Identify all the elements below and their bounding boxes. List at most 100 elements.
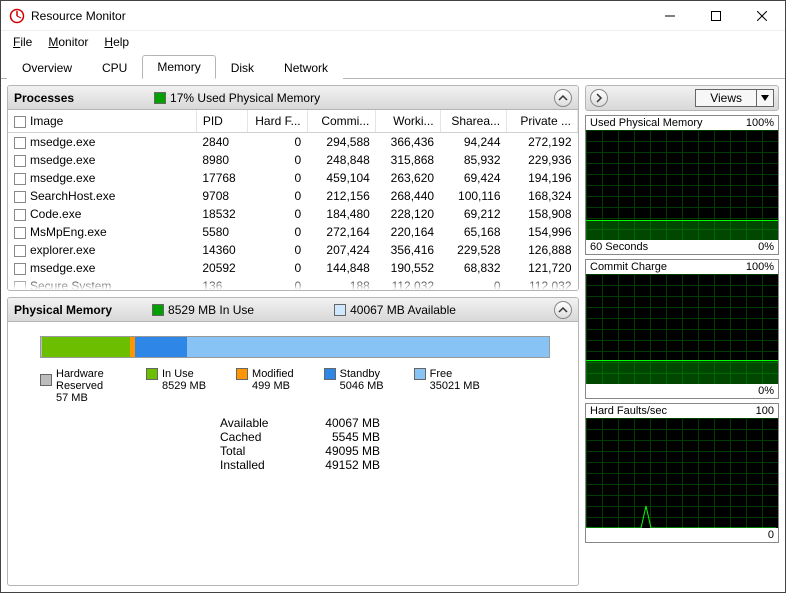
row-checkbox[interactable] [14, 263, 26, 275]
chart-title: Used Physical Memory [590, 117, 702, 129]
row-checkbox[interactable] [14, 137, 26, 149]
stat-installed-value: 49152 MB [300, 458, 380, 472]
chart-line [586, 360, 778, 361]
chart-footer-right: 0% [758, 241, 774, 253]
col-private[interactable]: Private ... [507, 110, 578, 133]
processes-table-container: Image PID Hard F... Commi... Worki... Sh… [8, 110, 578, 290]
chevron-right-icon [594, 93, 604, 103]
processes-table: Image PID Hard F... Commi... Worki... Sh… [8, 110, 578, 290]
chart-used-physical-memory: Used Physical Memory 100% 60 Seconds 0% [585, 115, 779, 255]
charts-header: Views [585, 85, 779, 111]
views-dropdown-button[interactable] [757, 89, 774, 107]
legend-standby-label: Standby [340, 368, 380, 380]
stat-available-value: 40067 MB [300, 416, 380, 430]
chart-canvas [586, 274, 778, 384]
menu-monitor[interactable]: Monitor [42, 33, 94, 51]
window-title: Resource Monitor [31, 9, 126, 23]
chart-fill [586, 361, 778, 384]
tab-overview[interactable]: Overview [7, 56, 87, 79]
tab-disk[interactable]: Disk [216, 56, 269, 79]
col-hardfaults[interactable]: Hard F... [247, 110, 307, 133]
tabbar: Overview CPU Memory Disk Network [1, 53, 785, 79]
table-row[interactable]: msedge.exe28400294,588366,43694,244272,1… [8, 133, 578, 152]
legend-mod-label: Modified [252, 368, 294, 380]
collapse-processes-button[interactable] [554, 89, 572, 107]
legend-inuse-val: 8529 MB [162, 380, 206, 392]
memory-bar [40, 336, 550, 358]
close-button[interactable] [739, 1, 785, 31]
chart-canvas [586, 418, 778, 528]
legend-mod-val: 499 MB [252, 380, 294, 392]
row-checkbox[interactable] [14, 227, 26, 239]
avail-chip-icon [334, 304, 346, 316]
row-checkbox[interactable] [14, 245, 26, 257]
memory-legend: Hardware Reserved57 MB In Use8529 MB Mod… [40, 368, 566, 404]
col-shareable[interactable]: Sharea... [440, 110, 506, 133]
maximize-button[interactable] [693, 1, 739, 31]
legend-standby-icon [324, 368, 336, 380]
physical-memory-header[interactable]: Physical Memory 8529 MB In Use 40067 MB … [8, 298, 578, 322]
chart-commit-charge: Commit Charge 100% 0% [585, 259, 779, 399]
menu-help[interactable]: Help [98, 33, 135, 51]
minimize-button[interactable] [647, 1, 693, 31]
row-checkbox[interactable] [14, 155, 26, 167]
chart-title: Commit Charge [590, 261, 667, 273]
legend-free-val: 35021 MB [430, 380, 480, 392]
processes-header[interactable]: Processes 17% Used Physical Memory [8, 86, 578, 110]
views-button[interactable]: Views [695, 89, 757, 107]
chart-footer-left: 60 Seconds [590, 241, 648, 253]
legend-hw-icon [40, 374, 52, 386]
collapse-physical-button[interactable] [554, 301, 572, 319]
memory-stats: Available40067 MB Cached5545 MB Total490… [220, 416, 566, 472]
col-image[interactable]: Image [8, 110, 196, 133]
table-row[interactable]: MsMpEng.exe55800272,164220,16465,168154,… [8, 223, 578, 241]
row-checkbox[interactable] [14, 173, 26, 185]
legend-mod-icon [236, 368, 248, 380]
chart-max: 100% [746, 261, 774, 273]
membar-standby [135, 337, 187, 357]
inuse-chip-icon [152, 304, 164, 316]
col-pid[interactable]: PID [196, 110, 247, 133]
chart-footer-right: 0% [758, 385, 774, 397]
chart-title: Hard Faults/sec [590, 405, 667, 417]
stat-cached-label: Cached [220, 430, 300, 444]
row-checkbox[interactable] [14, 209, 26, 221]
app-icon [9, 8, 25, 24]
table-row[interactable]: msedge.exe205920144,848190,55268,832121,… [8, 259, 578, 277]
stat-available-label: Available [220, 416, 300, 430]
chart-footer-right: 0 [768, 529, 774, 541]
legend-hw-label: Hardware Reserved [56, 368, 116, 392]
charts-column: Views Used Physical Memory 100% 60 Seconds… [585, 85, 779, 586]
stat-total-label: Total [220, 444, 300, 458]
col-commit[interactable]: Commi... [307, 110, 376, 133]
col-working[interactable]: Worki... [376, 110, 440, 133]
table-row[interactable]: Code.exe185320184,480228,12069,212158,90… [8, 205, 578, 223]
avail-chip-label: 40067 MB Available [350, 303, 456, 317]
chart-max: 100% [746, 117, 774, 129]
processes-panel: Processes 17% Used Physical Memory [7, 85, 579, 291]
menubar: File Monitor Help [1, 31, 785, 53]
used-mem-icon [154, 92, 166, 104]
row-checkbox[interactable] [14, 191, 26, 203]
tab-memory[interactable]: Memory [142, 55, 215, 79]
table-row[interactable]: msedge.exe177680459,104263,62069,424194,… [8, 169, 578, 187]
chart-line [586, 220, 778, 221]
tab-network[interactable]: Network [269, 56, 343, 79]
chart-spike [586, 418, 776, 528]
table-row[interactable]: SearchHost.exe97080212,156268,440100,116… [8, 187, 578, 205]
physical-memory-title: Physical Memory [14, 303, 112, 317]
tab-cpu[interactable]: CPU [87, 56, 142, 79]
membar-free [187, 337, 549, 357]
table-row[interactable]: explorer.exe143600207,424356,416229,5281… [8, 241, 578, 259]
legend-inuse-icon [146, 368, 158, 380]
chart-fill [586, 221, 778, 240]
expand-charts-button[interactable] [590, 89, 608, 107]
chevron-up-icon [558, 93, 568, 103]
menu-file[interactable]: File [7, 33, 38, 51]
checkbox-all[interactable] [14, 116, 26, 128]
legend-free-label: Free [430, 368, 453, 380]
used-mem-label: 17% Used Physical Memory [170, 91, 320, 105]
table-row[interactable]: msedge.exe89800248,848315,86885,932229,9… [8, 151, 578, 169]
membar-inuse [42, 337, 130, 357]
legend-free-icon [414, 368, 426, 380]
